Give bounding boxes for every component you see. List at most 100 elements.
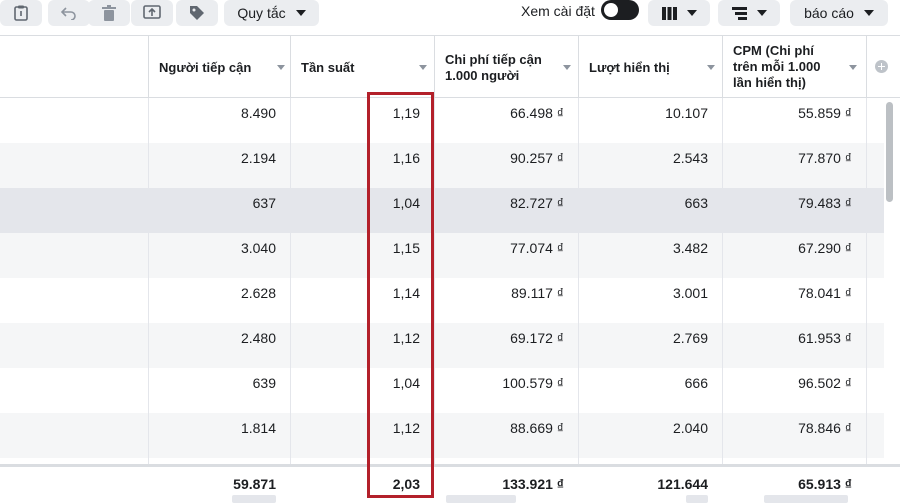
reach-cell: 2.628	[148, 278, 290, 323]
row-name-cell[interactable]	[0, 188, 148, 233]
delete-button[interactable]	[88, 0, 130, 26]
cost-per-1000-reach-cell: 69.172 ₫	[434, 323, 578, 368]
row-name-cell[interactable]	[0, 323, 148, 368]
row-name-cell[interactable]	[0, 233, 148, 278]
impressions-cell: 2.543	[578, 143, 722, 188]
table-row[interactable]: 3.040 1,15 77.074 ₫ 3.482 67.290 ₫	[0, 233, 884, 278]
cpm-cell: 61.953 ₫	[722, 323, 866, 368]
cost-per-1000-reach-cell: 66.498 ₫	[434, 98, 578, 143]
total-subtext	[446, 495, 516, 503]
column-header-label: Lượt hiển thị	[589, 60, 670, 75]
reach-cell: 1.814	[148, 413, 290, 458]
cost-per-1000-reach-cell: 90.257 ₫	[434, 143, 578, 188]
scrollbar-thumb[interactable]	[886, 102, 893, 202]
toggle-knob	[604, 3, 618, 17]
add-column-icon[interactable]	[875, 60, 888, 73]
column-header-cost-per-1000-reach[interactable]: Chi phí tiếp cận 1.000 người	[434, 36, 578, 98]
clipboard-button[interactable]	[0, 0, 42, 26]
reach-cell: 8.490	[148, 98, 290, 143]
impressions-cell: 3.001	[578, 278, 722, 323]
totals-row: 59.871 2,03 133.921 ₫ 121.644 65.913 ₫	[0, 464, 900, 503]
undo-icon	[61, 6, 77, 20]
cpm-cell: 55.859 ₫	[722, 98, 866, 143]
frequency-highlight-box	[367, 92, 434, 498]
report-label: báo cáo	[804, 5, 854, 21]
table-row[interactable]: 2.194 1,16 90.257 ₫ 2.543 77.870 ₫	[0, 143, 884, 188]
column-header-label: Chi phí tiếp cận 1.000 người	[445, 52, 542, 83]
column-header-cpm[interactable]: CPM (Chi phí trên mỗi 1.000 lần hiển thị…	[722, 36, 866, 98]
grid-divider	[434, 98, 435, 500]
grid-divider	[148, 98, 149, 500]
impressions-cell: 2.040	[578, 413, 722, 458]
report-dropdown[interactable]: báo cáo	[790, 0, 888, 26]
rules-dropdown[interactable]: Quy tắc	[224, 0, 319, 26]
row-name-cell[interactable]	[0, 413, 148, 458]
cpm-cell: 96.502 ₫	[722, 368, 866, 413]
cost-per-1000-reach-cell: 82.727 ₫	[434, 188, 578, 233]
breakdown-icon	[731, 6, 747, 20]
view-settings-toggle[interactable]	[601, 0, 639, 20]
table-row[interactable]: 2.480 1,12 69.172 ₫ 2.769 61.953 ₫	[0, 323, 884, 368]
cpm-cell: 78.846 ₫	[722, 413, 866, 458]
total-subtext	[764, 495, 848, 503]
reach-cell: 637	[148, 188, 290, 233]
cost-per-1000-reach-cell: 100.579 ₫	[434, 368, 578, 413]
toolbar: Quy tắc Xem cài đặt báo cáo	[0, 0, 900, 32]
column-header-label: CPM (Chi phí trên mỗi 1.000 lần hiển thị…	[733, 43, 821, 90]
sort-icon	[277, 65, 285, 70]
column-header-label: Tần suất	[301, 60, 355, 75]
row-name-cell[interactable]	[0, 143, 148, 188]
table-body: 8.490 1,19 66.498 ₫ 10.107 55.859 ₫ 2.194 1,16…	[0, 98, 884, 458]
cpm-cell: 77.870 ₫	[722, 143, 866, 188]
chevron-down-icon	[863, 10, 874, 16]
column-header-frequency[interactable]: Tần suất	[290, 36, 434, 98]
row-name-cell[interactable]	[0, 368, 148, 413]
cpm-cell: 78.041 ₫	[722, 278, 866, 323]
chevron-down-icon	[686, 10, 697, 16]
cost-per-1000-reach-cell: 88.669 ₫	[434, 413, 578, 458]
sort-icon	[849, 65, 857, 70]
trash-icon	[102, 5, 116, 21]
reach-cell: 2.480	[148, 323, 290, 368]
grid-divider	[722, 98, 723, 500]
reach-cell: 3.040	[148, 233, 290, 278]
reach-cell: 639	[148, 368, 290, 413]
chevron-down-icon	[756, 10, 767, 16]
impressions-cell: 666	[578, 368, 722, 413]
grid-divider	[578, 98, 579, 500]
undo-button[interactable]	[48, 0, 90, 26]
table-row[interactable]: 639 1,04 100.579 ₫ 666 96.502 ₫	[0, 368, 884, 413]
chevron-down-icon	[295, 10, 306, 16]
table-row[interactable]: 2.628 1,14 89.117 ₫ 3.001 78.041 ₫	[0, 278, 884, 323]
cost-per-1000-reach-cell: 89.117 ₫	[434, 278, 578, 323]
sort-icon	[563, 65, 571, 70]
grid-divider	[290, 98, 291, 500]
columns-icon	[661, 6, 677, 20]
cpm-cell: 79.483 ₫	[722, 188, 866, 233]
columns-dropdown[interactable]	[648, 0, 710, 26]
total-subtext	[686, 495, 708, 503]
table-header: Người tiếp cận Tần suất Chi phí tiếp cận…	[0, 35, 900, 98]
duplicate-button[interactable]	[131, 0, 173, 26]
sort-icon	[707, 65, 715, 70]
column-header-impressions[interactable]: Lượt hiển thị	[578, 36, 722, 98]
row-name-cell[interactable]	[0, 98, 148, 143]
table-row[interactable]: 1.814 1,12 88.669 ₫ 2.040 78.846 ₫	[0, 413, 884, 458]
view-settings-label: Xem cài đặt	[521, 3, 595, 19]
total-subtext	[232, 495, 276, 503]
cpm-cell: 67.290 ₫	[722, 233, 866, 278]
reach-cell: 2.194	[148, 143, 290, 188]
column-header-reach[interactable]: Người tiếp cận	[148, 36, 290, 98]
tag-button[interactable]	[176, 0, 218, 26]
row-name-cell[interactable]	[0, 278, 148, 323]
impressions-cell: 3.482	[578, 233, 722, 278]
sort-icon	[419, 65, 427, 70]
table-row[interactable]: 637 1,04 82.727 ₫ 663 79.483 ₫	[0, 188, 884, 233]
impressions-cell: 663	[578, 188, 722, 233]
column-header-label: Người tiếp cận	[159, 60, 252, 75]
breakdown-dropdown[interactable]	[718, 0, 780, 26]
table-row[interactable]: 8.490 1,19 66.498 ₫ 10.107 55.859 ₫	[0, 98, 884, 143]
clipboard-icon	[14, 5, 28, 21]
impressions-cell: 10.107	[578, 98, 722, 143]
grid-divider	[866, 98, 867, 500]
